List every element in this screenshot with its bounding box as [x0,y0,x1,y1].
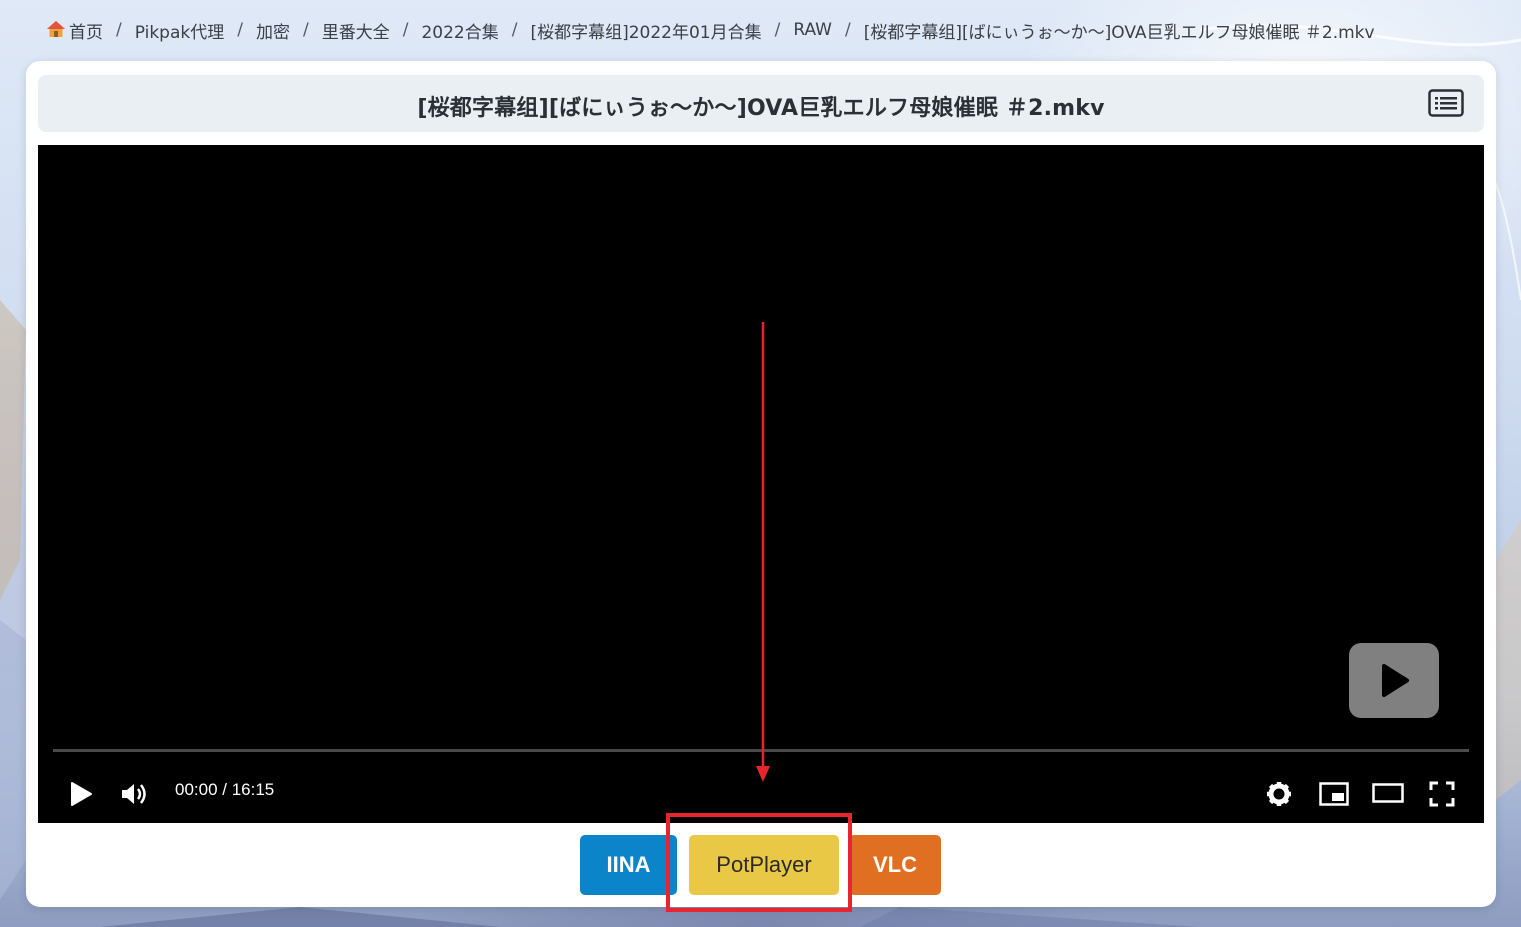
big-play-button[interactable] [1349,643,1439,718]
breadcrumb-item[interactable]: 2022合集 [421,18,498,43]
play-icon [1382,664,1409,697]
breadcrumb-item[interactable]: Pikpak代理 [135,18,225,43]
breadcrumb-separator: / [511,20,518,40]
theater-button[interactable] [1372,783,1404,807]
breadcrumb-item[interactable]: 加密 [256,18,290,43]
settings-icon [1267,782,1291,806]
theater-icon [1372,783,1404,803]
breadcrumb-separator: / [237,20,243,40]
page-title: [桜都字幕组][ばにぃうぉ～か～]OVA巨乳エルフ母娘催眠 ＃2.mkv [417,96,1105,121]
breadcrumb: 首页 / Pikpak代理 / 加密 / 里番大全 / 2022合集 / [桜都… [46,17,1375,43]
pip-button[interactable] [1319,782,1349,810]
breadcrumb-home[interactable]: 首页 [69,18,103,43]
annotation-arrow [756,322,770,782]
breadcrumb-separator: / [116,20,122,40]
breadcrumb-separator: / [302,20,309,40]
breadcrumb-separator: / [402,20,409,40]
breadcrumb-current[interactable]: [桜都字幕组][ばにぃうぉ～か～]OVA巨乳エルフ母娘催眠 ＃2.mkv [864,18,1375,43]
home-icon[interactable] [46,20,69,41]
play-icon [71,782,92,806]
pip-icon [1319,782,1349,806]
volume-icon [122,784,146,804]
list-icon[interactable] [1428,89,1464,117]
play-button[interactable] [68,781,94,811]
breadcrumb-separator: / [774,20,781,40]
breadcrumb-item[interactable]: [桜都字幕组]2022年01月合集 [530,18,761,43]
fullscreen-button[interactable] [1429,781,1455,811]
title-bar: [桜都字幕组][ばにぃうぉ～か～]OVA巨乳エルフ母娘催眠 ＃2.mkv [38,75,1484,132]
breadcrumb-item[interactable]: RAW [793,20,832,40]
iina-button[interactable]: IINA [580,835,677,895]
settings-button[interactable] [1266,781,1292,811]
annotation-highlight-box [666,813,852,912]
volume-button[interactable] [120,781,148,811]
breadcrumb-item[interactable]: 里番大全 [322,18,390,43]
time-display: 00:00 / 16:15 [175,780,275,799]
vlc-button[interactable]: VLC [849,835,941,895]
fullscreen-icon [1429,781,1455,807]
breadcrumb-separator: / [844,20,851,40]
